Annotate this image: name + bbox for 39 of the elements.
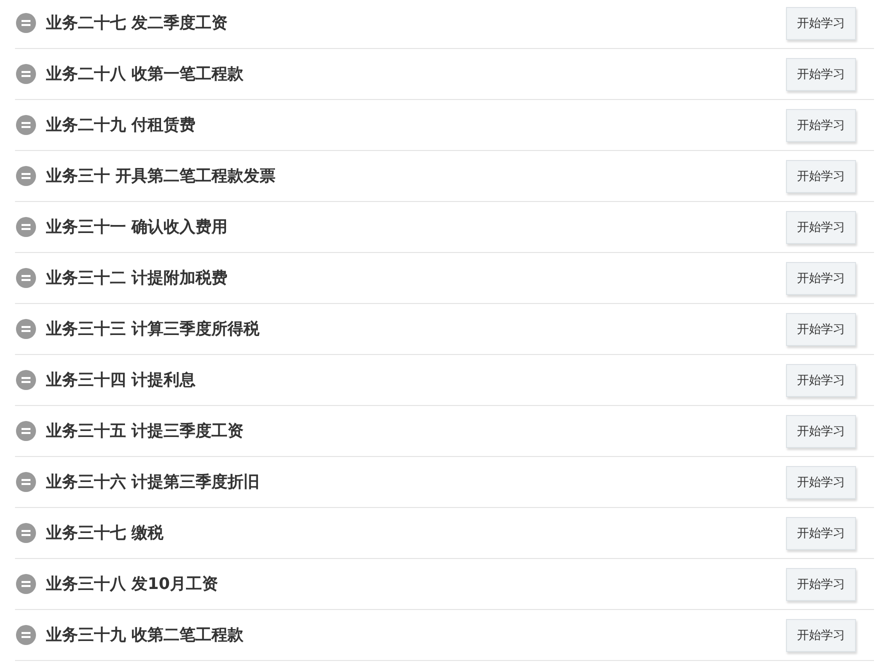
lesson-title: 业务三十九 收第二笔工程款 (46, 624, 244, 646)
lesson-title: 业务二十八 收第一笔工程款 (46, 63, 244, 85)
equals-icon (16, 166, 36, 186)
equals-icon (16, 625, 36, 645)
equals-icon (16, 268, 36, 288)
start-learning-button[interactable]: 开始学习 (786, 108, 856, 142)
start-learning-button[interactable]: 开始学习 (786, 58, 856, 90)
start-learning-button[interactable]: 开始学习 (786, 6, 856, 40)
lesson-title: 业务二十七 发二季度工资 (46, 12, 228, 34)
equals-icon (16, 421, 36, 441)
lesson-title: 业务三十四 计提利息 (46, 369, 196, 391)
lesson-title: 业务三十八 发10月工资 (46, 573, 218, 595)
equals-icon (16, 574, 36, 594)
start-learning-button[interactable]: 开始学习 (786, 466, 856, 498)
start-learning-button[interactable]: 开始学习 (786, 312, 856, 346)
equals-icon (16, 115, 36, 135)
equals-icon (16, 370, 36, 390)
equals-icon (16, 64, 36, 84)
lesson-title: 业务三十二 计提附加税费 (46, 267, 228, 289)
lesson-title: 业务二十九 付租赁费 (46, 114, 196, 136)
equals-icon (16, 13, 36, 33)
lesson-title: 业务三十五 计提三季度工资 (46, 420, 244, 442)
equals-icon (16, 523, 36, 543)
lesson-title: 业务三十六 计提第三季度折旧 (46, 471, 260, 493)
equals-icon (16, 217, 36, 237)
lesson-title: 业务三十三 计算三季度所得税 (46, 318, 260, 340)
start-learning-button[interactable]: 开始学习 (786, 262, 856, 294)
start-learning-button[interactable]: 开始学习 (786, 210, 856, 244)
start-learning-button[interactable]: 开始学习 (786, 516, 856, 550)
lesson-title: 业务三十七 缴税 (46, 522, 164, 544)
start-learning-button[interactable]: 开始学习 (786, 568, 856, 600)
start-learning-button[interactable]: 开始学习 (786, 160, 856, 192)
lesson-title: 业务三十 开具第二笔工程款发票 (46, 165, 276, 187)
start-learning-button[interactable]: 开始学习 (786, 618, 856, 652)
lesson-title: 业务三十一 确认收入费用 (46, 216, 228, 238)
start-learning-button[interactable]: 开始学习 (786, 414, 856, 448)
equals-icon (16, 319, 36, 339)
equals-icon (16, 472, 36, 492)
start-learning-button[interactable]: 开始学习 (786, 364, 856, 396)
